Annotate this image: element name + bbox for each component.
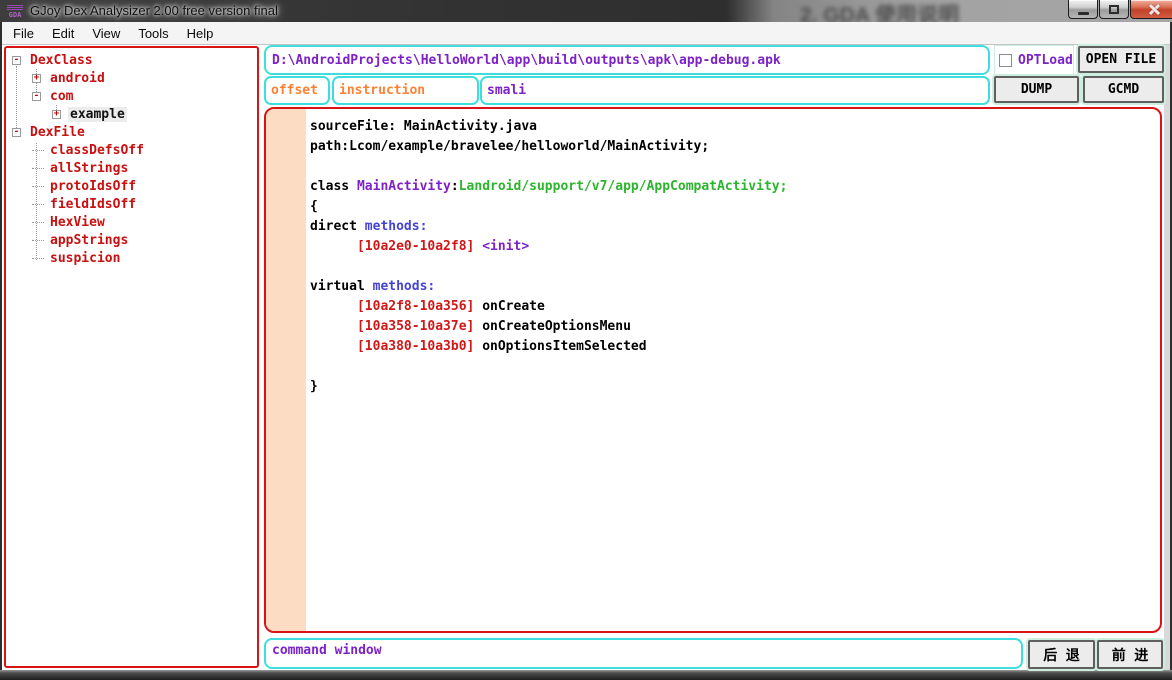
tree-item-label: suspicion — [48, 251, 122, 266]
open-file-button[interactable]: OPEN FILE — [1078, 46, 1164, 73]
code-line: sourceFile: MainActivity.java — [310, 117, 787, 137]
code-line — [310, 357, 787, 377]
menu-tools[interactable]: Tools — [129, 23, 177, 44]
tree-connector — [32, 150, 44, 151]
tree-rows: -DexClass+android-com+example-DexFilecla… — [6, 48, 257, 267]
smali-code-view[interactable]: sourceFile: MainActivity.javapath:Lcom/e… — [264, 107, 1162, 633]
forward-button[interactable]: 前 进 — [1097, 640, 1163, 669]
class-tree-panel: -DexClass+android-com+example-DexFilecla… — [4, 46, 259, 668]
menu-help[interactable]: Help — [178, 23, 223, 44]
gcmd-button[interactable]: GCMD — [1083, 76, 1164, 103]
code-line: } — [310, 377, 787, 397]
code-line: path:Lcom/example/bravelee/helloworld/Ma… — [310, 137, 787, 157]
optload-group: OPTLoad — [994, 45, 1074, 75]
tree-item-label: allStrings — [48, 161, 130, 176]
code-line: [10a380-10a3b0] onOptionsItemSelected — [310, 337, 787, 357]
tree-item-label: example — [68, 107, 127, 122]
maximize-button[interactable] — [1099, 0, 1129, 19]
title-bar: 2. GDA 使用说明 GDA GJoy Dex Analysizer 2.00… — [0, 0, 1172, 22]
code-line: virtual methods: — [310, 277, 787, 297]
tree-item-label: classDefsOff — [48, 143, 146, 158]
tree-item-label: DexFile — [28, 125, 87, 140]
tree-item-protoIdsOff[interactable]: protoIdsOff — [6, 177, 257, 195]
tree-connector — [32, 168, 44, 169]
file-path-text: D:\AndroidProjects\HelloWorld\app\build\… — [272, 53, 781, 68]
tree-item-DexClass[interactable]: -DexClass — [6, 51, 257, 69]
expand-icon[interactable]: + — [32, 74, 41, 83]
tree-item-DexFile[interactable]: -DexFile — [6, 123, 257, 141]
optload-checkbox[interactable] — [999, 54, 1012, 67]
command-window-input[interactable]: command window — [264, 638, 1023, 669]
background-document-text: 2. GDA 使用说明 — [800, 0, 959, 22]
code-line: class MainActivity:Landroid/support/v7/a… — [310, 177, 787, 197]
code-line — [310, 257, 787, 277]
close-button[interactable] — [1130, 0, 1172, 19]
code-line: direct methods: — [310, 217, 787, 237]
collapse-icon[interactable]: - — [12, 128, 21, 137]
code-line: [10a2f8-10a356] onCreate — [310, 297, 787, 317]
dump-button[interactable]: DUMP — [994, 76, 1079, 103]
menu-file[interactable]: File — [4, 23, 43, 44]
code-line — [310, 157, 787, 177]
menu-bar: FileEditViewToolsHelp — [2, 22, 1170, 45]
column-header-smali[interactable]: smali — [480, 76, 990, 105]
collapse-icon[interactable]: - — [12, 56, 21, 65]
code-gutter — [266, 109, 306, 631]
tree-item-label: DexClass — [28, 53, 95, 68]
tree-item-label: android — [48, 71, 107, 86]
code-line: [10a2e0-10a2f8] <init> — [310, 237, 787, 257]
window-bottom-border — [0, 670, 1172, 680]
tree-connector — [32, 204, 44, 205]
tree-item-label: fieldIdsOff — [48, 197, 138, 212]
collapse-icon[interactable]: - — [32, 92, 41, 101]
tree-connector — [32, 186, 44, 187]
tree-item-appStrings[interactable]: appStrings — [6, 231, 257, 249]
tree-item-label: HexView — [48, 215, 107, 230]
window-title: GJoy Dex Analysizer 2.00 free version fi… — [30, 0, 278, 22]
code-line: { — [310, 197, 787, 217]
tree-connector — [32, 222, 44, 223]
tree-item-fieldIdsOff[interactable]: fieldIdsOff — [6, 195, 257, 213]
menu-view[interactable]: View — [83, 23, 129, 44]
file-path-input[interactable]: D:\AndroidProjects\HelloWorld\app\build\… — [264, 45, 990, 75]
code-lines: sourceFile: MainActivity.javapath:Lcom/e… — [310, 117, 787, 397]
menu-edit[interactable]: Edit — [43, 23, 83, 44]
tree-item-HexView[interactable]: HexView — [6, 213, 257, 231]
expand-icon[interactable]: + — [52, 110, 61, 119]
tree-item-label: appStrings — [48, 233, 130, 248]
window-right-border — [1164, 45, 1170, 670]
tree-item-android[interactable]: + android — [6, 69, 257, 87]
tree-connector — [32, 240, 44, 241]
tree-item-suspicion[interactable]: suspicion — [6, 249, 257, 267]
column-header-offset[interactable]: offset — [264, 76, 330, 105]
tree-item-example[interactable]: + example — [6, 105, 257, 123]
minimize-button[interactable] — [1068, 0, 1098, 19]
code-line: [10a358-10a37e] onCreateOptionsMenu — [310, 317, 787, 337]
app-window: 2. GDA 使用说明 GDA GJoy Dex Analysizer 2.00… — [0, 0, 1172, 680]
maximize-icon — [1109, 5, 1119, 14]
back-button[interactable]: 后 退 — [1028, 640, 1095, 669]
tree-item-com[interactable]: -com — [6, 87, 257, 105]
app-icon: GDA — [6, 3, 24, 19]
optload-label: OPTLoad — [1018, 53, 1073, 68]
command-window-text: command window — [272, 643, 382, 658]
column-header-instruction[interactable]: instruction — [332, 76, 479, 105]
tree-connector — [32, 258, 44, 259]
tree-item-allStrings[interactable]: allStrings — [6, 159, 257, 177]
window-controls — [1068, 0, 1172, 19]
app-icon-text: GDA — [9, 11, 22, 19]
tree-item-label: protoIdsOff — [48, 179, 138, 194]
tree-item-classDefsOff[interactable]: classDefsOff — [6, 141, 257, 159]
minimize-icon — [1078, 12, 1089, 15]
close-icon — [1148, 3, 1160, 15]
tree-item-label: com — [48, 89, 75, 104]
